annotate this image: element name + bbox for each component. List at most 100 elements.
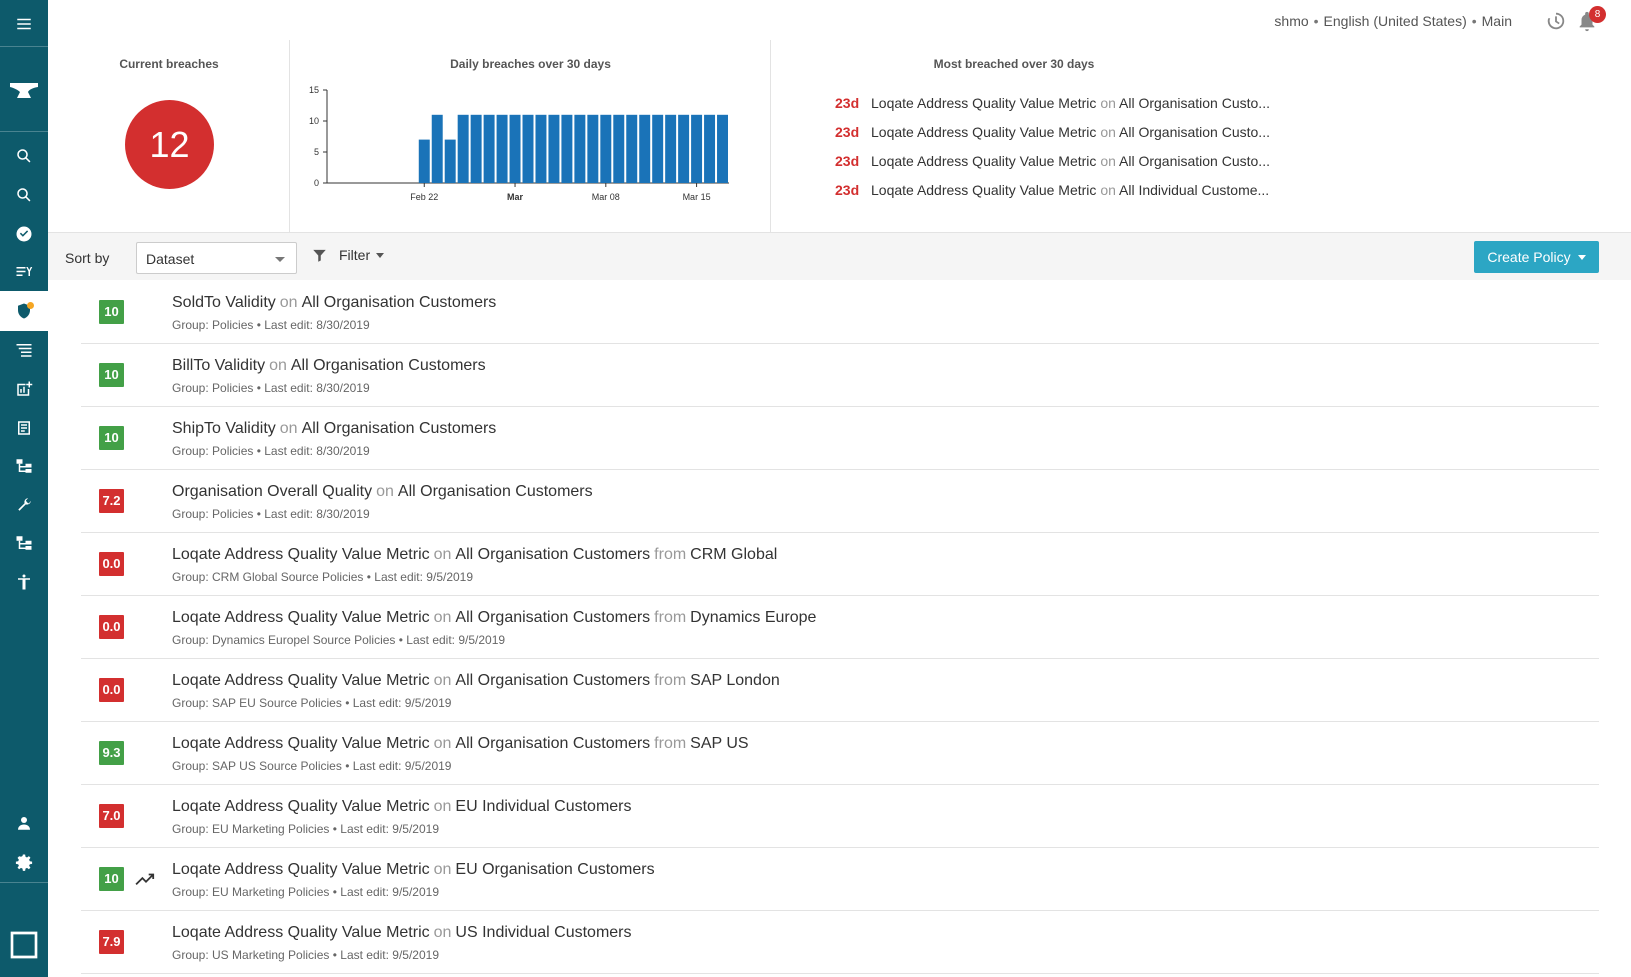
from-label: from [654,609,687,626]
user-icon [18,817,30,830]
chart-bar [626,114,638,183]
sidebar-item-settings[interactable] [0,842,48,882]
sidebar-divider [0,882,48,883]
score-badge: 10 [99,300,124,324]
breach-days: 23d [835,182,860,198]
policy-row[interactable]: 0.0 Loqate Address Quality Value Metric on… [81,533,1599,596]
policy-title[interactable]: BillTo Validity on All Organisation Custom… [172,357,486,375]
menu-button[interactable] [0,4,48,44]
policy-target: All Organisation Customers [455,546,651,563]
policy-meta: Group: SAP US Source Policies • Last edi… [172,759,452,773]
chart-bar [652,114,664,183]
sidebar-item-accessibility[interactable] [0,562,48,602]
sidebar-item-search[interactable] [0,136,48,176]
sidebar-item-catalog[interactable] [0,330,48,370]
current-breaches-panel: Current breaches 12 [48,40,290,232]
separator-dot: • [1313,13,1319,29]
y-tick-label: 10 [309,116,319,126]
workspace: Main [1481,13,1512,29]
most-breached-list: 23d Loqate Address Quality Value Metric o… [835,93,1270,209]
policy-title[interactable]: SoldTo Validity on All Organisation Custom… [172,294,496,312]
app-switcher-icon [10,931,38,959]
on-label: on [1100,124,1116,140]
policy-source: SAP London [690,672,780,689]
score-badge: 10 [99,867,124,891]
policy-name: Loqate Address Quality Value Metric [172,609,430,626]
most-breached-item[interactable]: 23d Loqate Address Quality Value Metric o… [835,93,1270,122]
chart-bar [535,114,547,183]
home-logo-button[interactable] [0,70,48,110]
score-badge: 7.9 [99,930,124,954]
sidebar-item-search-advanced[interactable] [0,175,48,215]
policy-title[interactable]: Loqate Address Quality Value Metric on US … [172,924,632,942]
most-breached-item[interactable]: 23d Loqate Address Quality Value Metric o… [835,180,1270,209]
policy-title[interactable]: Loqate Address Quality Value Metric on All… [172,546,777,564]
policy-title[interactable]: Organisation Overall Quality on All Organi… [172,483,593,501]
chart-bar [522,114,534,183]
policy-row[interactable]: 0.0 Loqate Address Quality Value Metric on… [81,596,1599,659]
sidebar-divider [0,131,48,132]
score-badge: 0.0 [99,615,124,639]
daily-breaches-chart: 0 5 10 15 Feb 22 Mar Mar 08 Mar 15 [309,85,729,202]
sidebar-item-tasks[interactable] [0,214,48,254]
daily-breaches-panel: Daily breaches over 30 days 0 5 10 15 Feb 22… [290,40,771,232]
policy-row[interactable]: 7.2 Organisation Overall Quality on All Org… [81,470,1599,533]
policy-row[interactable]: 0.0 Loqate Address Quality Value Metric on… [81,659,1599,722]
policy-target: All Organisation Customers [455,609,651,626]
sidebar-item-rules[interactable] [0,253,48,293]
chart-bar [509,114,521,183]
sort-dropdown[interactable]: Dataset [136,242,297,274]
policy-meta: Group: Dynamics Europel Source Policies … [172,633,506,647]
policy-title[interactable]: Loqate Address Quality Value Metric on EU … [172,798,632,816]
sidebar-item-profile[interactable] [0,803,48,843]
policy-row[interactable]: 10 SoldTo Validity on All Organisation Cust… [81,281,1599,344]
policy-title[interactable]: ShipTo Validity on All Organisation Custom… [172,420,496,438]
policy-row[interactable]: 10 BillTo Validity on All Organisation Cust… [81,344,1599,407]
y-tick-label: 5 [314,147,319,157]
policy-row[interactable]: 10 Loqate Address Quality Value Metric on E… [81,848,1599,911]
user-context[interactable]: shmo • English (United States) • Main [1274,13,1512,29]
on-label: on [433,609,452,626]
anvil-logo-icon [10,83,38,98]
policy-row[interactable]: 10 ShipTo Validity on All Organisation Cust… [81,407,1599,470]
from-label: from [654,672,687,689]
trending-up-icon [135,873,155,886]
breach-summary: Current breaches 12 Daily breaches over … [48,40,1631,232]
x-tick-label: Feb 22 [410,192,438,202]
policy-name: BillTo Validity [172,357,266,374]
policy-title[interactable]: Loqate Address Quality Value Metric on EU … [172,861,655,879]
filter-button[interactable]: Filter [312,247,385,263]
breach-count[interactable]: 12 [125,100,214,189]
chart-bar [483,114,495,183]
most-breached-item[interactable]: 23d Loqate Address Quality Value Metric o… [835,151,1270,180]
policy-target: All Organisation Customers [301,420,497,437]
policy-row[interactable]: 7.0 Loqate Address Quality Value Metric on… [81,785,1599,848]
policy-title[interactable]: Loqate Address Quality Value Metric on All… [172,609,816,627]
policy-source: SAP US [690,735,749,752]
score-badge: 9.3 [99,741,124,765]
sidebar-item-dashboards[interactable] [0,369,48,409]
most-breached-item[interactable]: 23d Loqate Address Quality Value Metric o… [835,122,1270,151]
score-badge: 0.0 [99,678,124,702]
policy-name: Loqate Address Quality Value Metric [172,672,430,689]
policy-row[interactable]: 7.9 Loqate Address Quality Value Metric on… [81,911,1599,974]
history-icon[interactable] [1545,10,1567,32]
create-policy-button[interactable]: Create Policy [1474,241,1599,273]
sidebar-item-policies[interactable] [0,291,48,331]
app-switcher-button[interactable] [0,920,48,970]
on-label: on [433,546,452,563]
policy-row[interactable]: 9.3 Loqate Address Quality Value Metric on… [81,722,1599,785]
policy-title[interactable]: Loqate Address Quality Value Metric on All… [172,672,780,690]
sidebar-item-relations[interactable] [0,523,48,563]
policy-name: Loqate Address Quality Value Metric [172,861,430,878]
from-label: from [654,735,687,752]
sort-label: Sort by [65,250,110,266]
sidebar-item-reports[interactable] [0,408,48,448]
policy-title[interactable]: Loqate Address Quality Value Metric on All… [172,735,749,753]
dashboard-add-icon [17,381,33,396]
hierarchy-icon [16,536,32,550]
sidebar-item-lineage[interactable] [0,446,48,486]
sidebar-item-tools[interactable] [0,485,48,525]
metric-name: Loqate Address Quality Value Metric [871,124,1097,140]
chart-bar [639,114,651,183]
